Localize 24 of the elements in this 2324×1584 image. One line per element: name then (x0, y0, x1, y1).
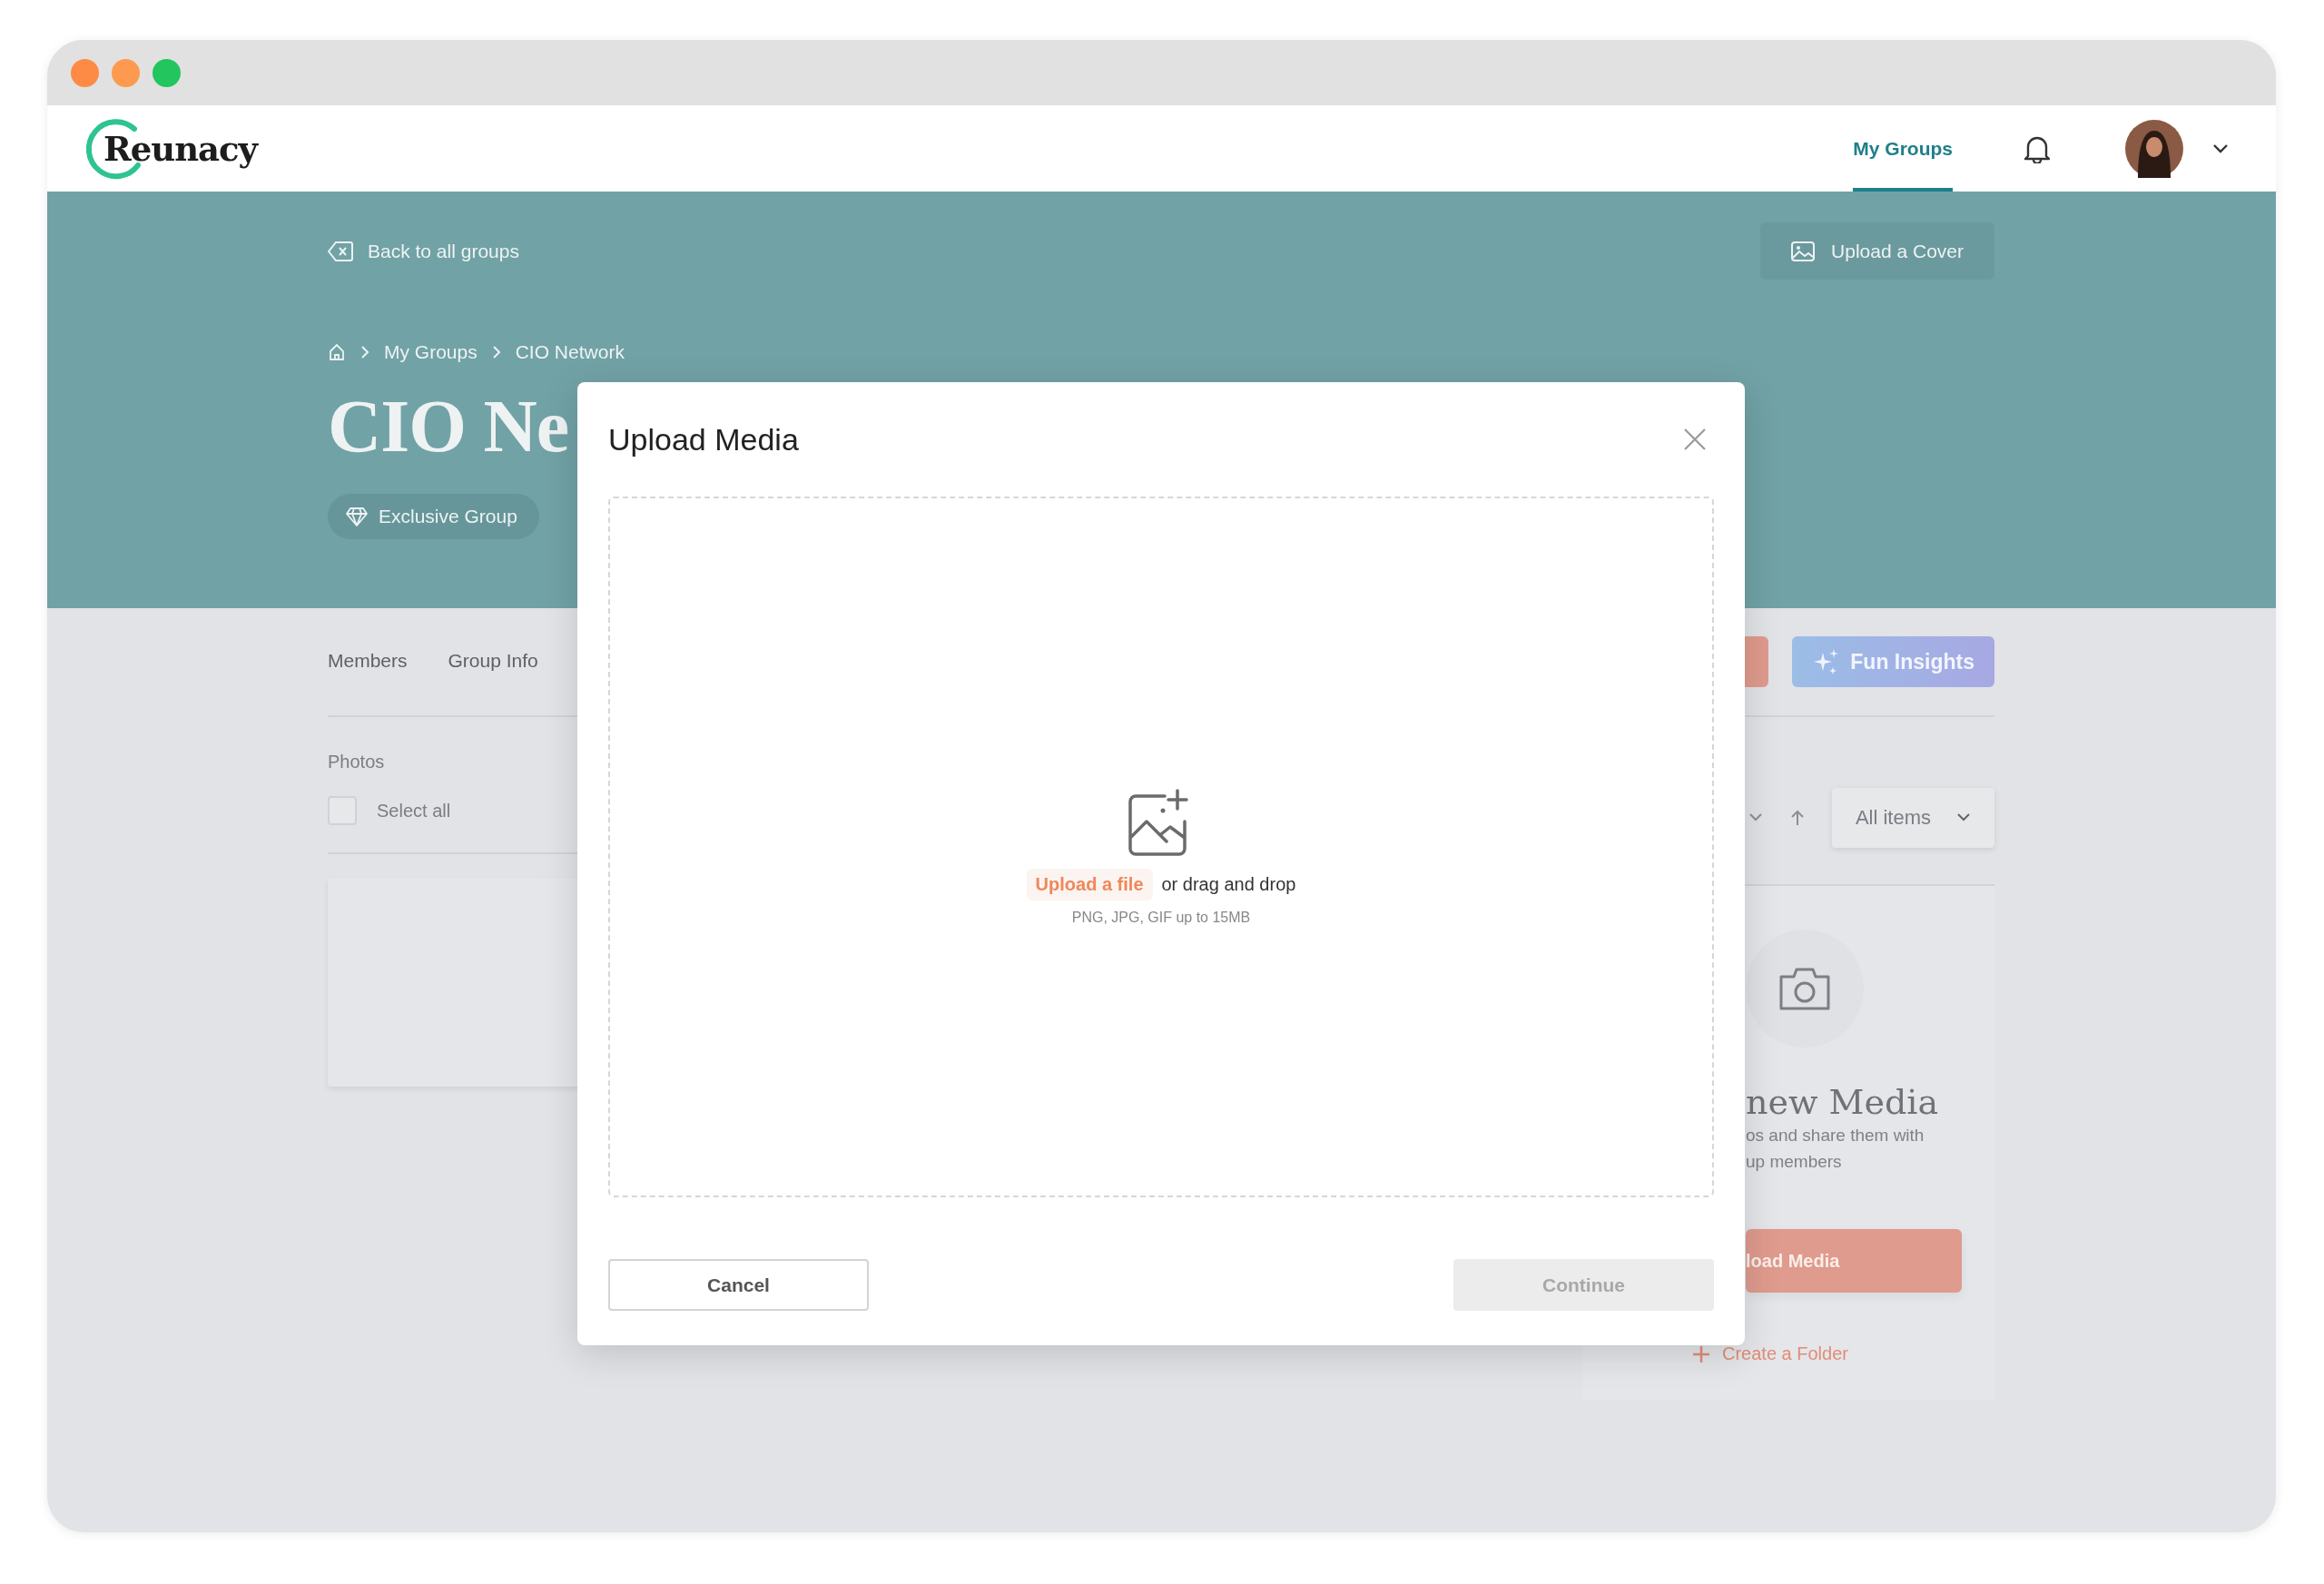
upload-media-button[interactable]: load Media (1746, 1229, 1962, 1293)
create-folder-link[interactable]: Create a Folder (1691, 1343, 1848, 1364)
select-all-label[interactable]: Select all (377, 800, 451, 822)
group-badge: Exclusive Group (328, 494, 539, 539)
upload-cover-button[interactable]: Upload a Cover (1760, 222, 1994, 280)
tab[interactable]: Group Info (448, 636, 538, 687)
upload-file-link[interactable]: Upload a file (1026, 868, 1153, 900)
filter-dropdown[interactable]: All items (1831, 788, 1994, 848)
file-hint: PNG, JPG, GIF up to 15MB (1071, 909, 1251, 926)
back-link[interactable]: Back to all groups (328, 240, 519, 262)
fun-insights-button[interactable]: Fun Insights (1792, 636, 1994, 687)
logo[interactable]: Reunacy (103, 128, 258, 169)
drop-zone[interactable]: Upload a file or drag and drop PNG, JPG, GIF up to 15MB (608, 497, 1714, 1197)
empty-state-heading: new Media (1746, 1082, 1939, 1122)
breadcrumb-link[interactable]: CIO Network (515, 341, 625, 363)
tab[interactable]: Members (328, 636, 408, 687)
group-title: CIO Ne (328, 384, 569, 469)
empty-state-text: os and share them with (1746, 1125, 1925, 1146)
drag-drop-text: or drag and drop (1161, 873, 1296, 895)
section-heading: Photos (328, 752, 386, 772)
breadcrumb-link[interactable]: My Groups (384, 341, 478, 363)
cancel-button[interactable]: Cancel (608, 1259, 869, 1311)
dialog-title: Upload Media (608, 421, 799, 457)
empty-state-text: up members (1746, 1151, 1842, 1173)
